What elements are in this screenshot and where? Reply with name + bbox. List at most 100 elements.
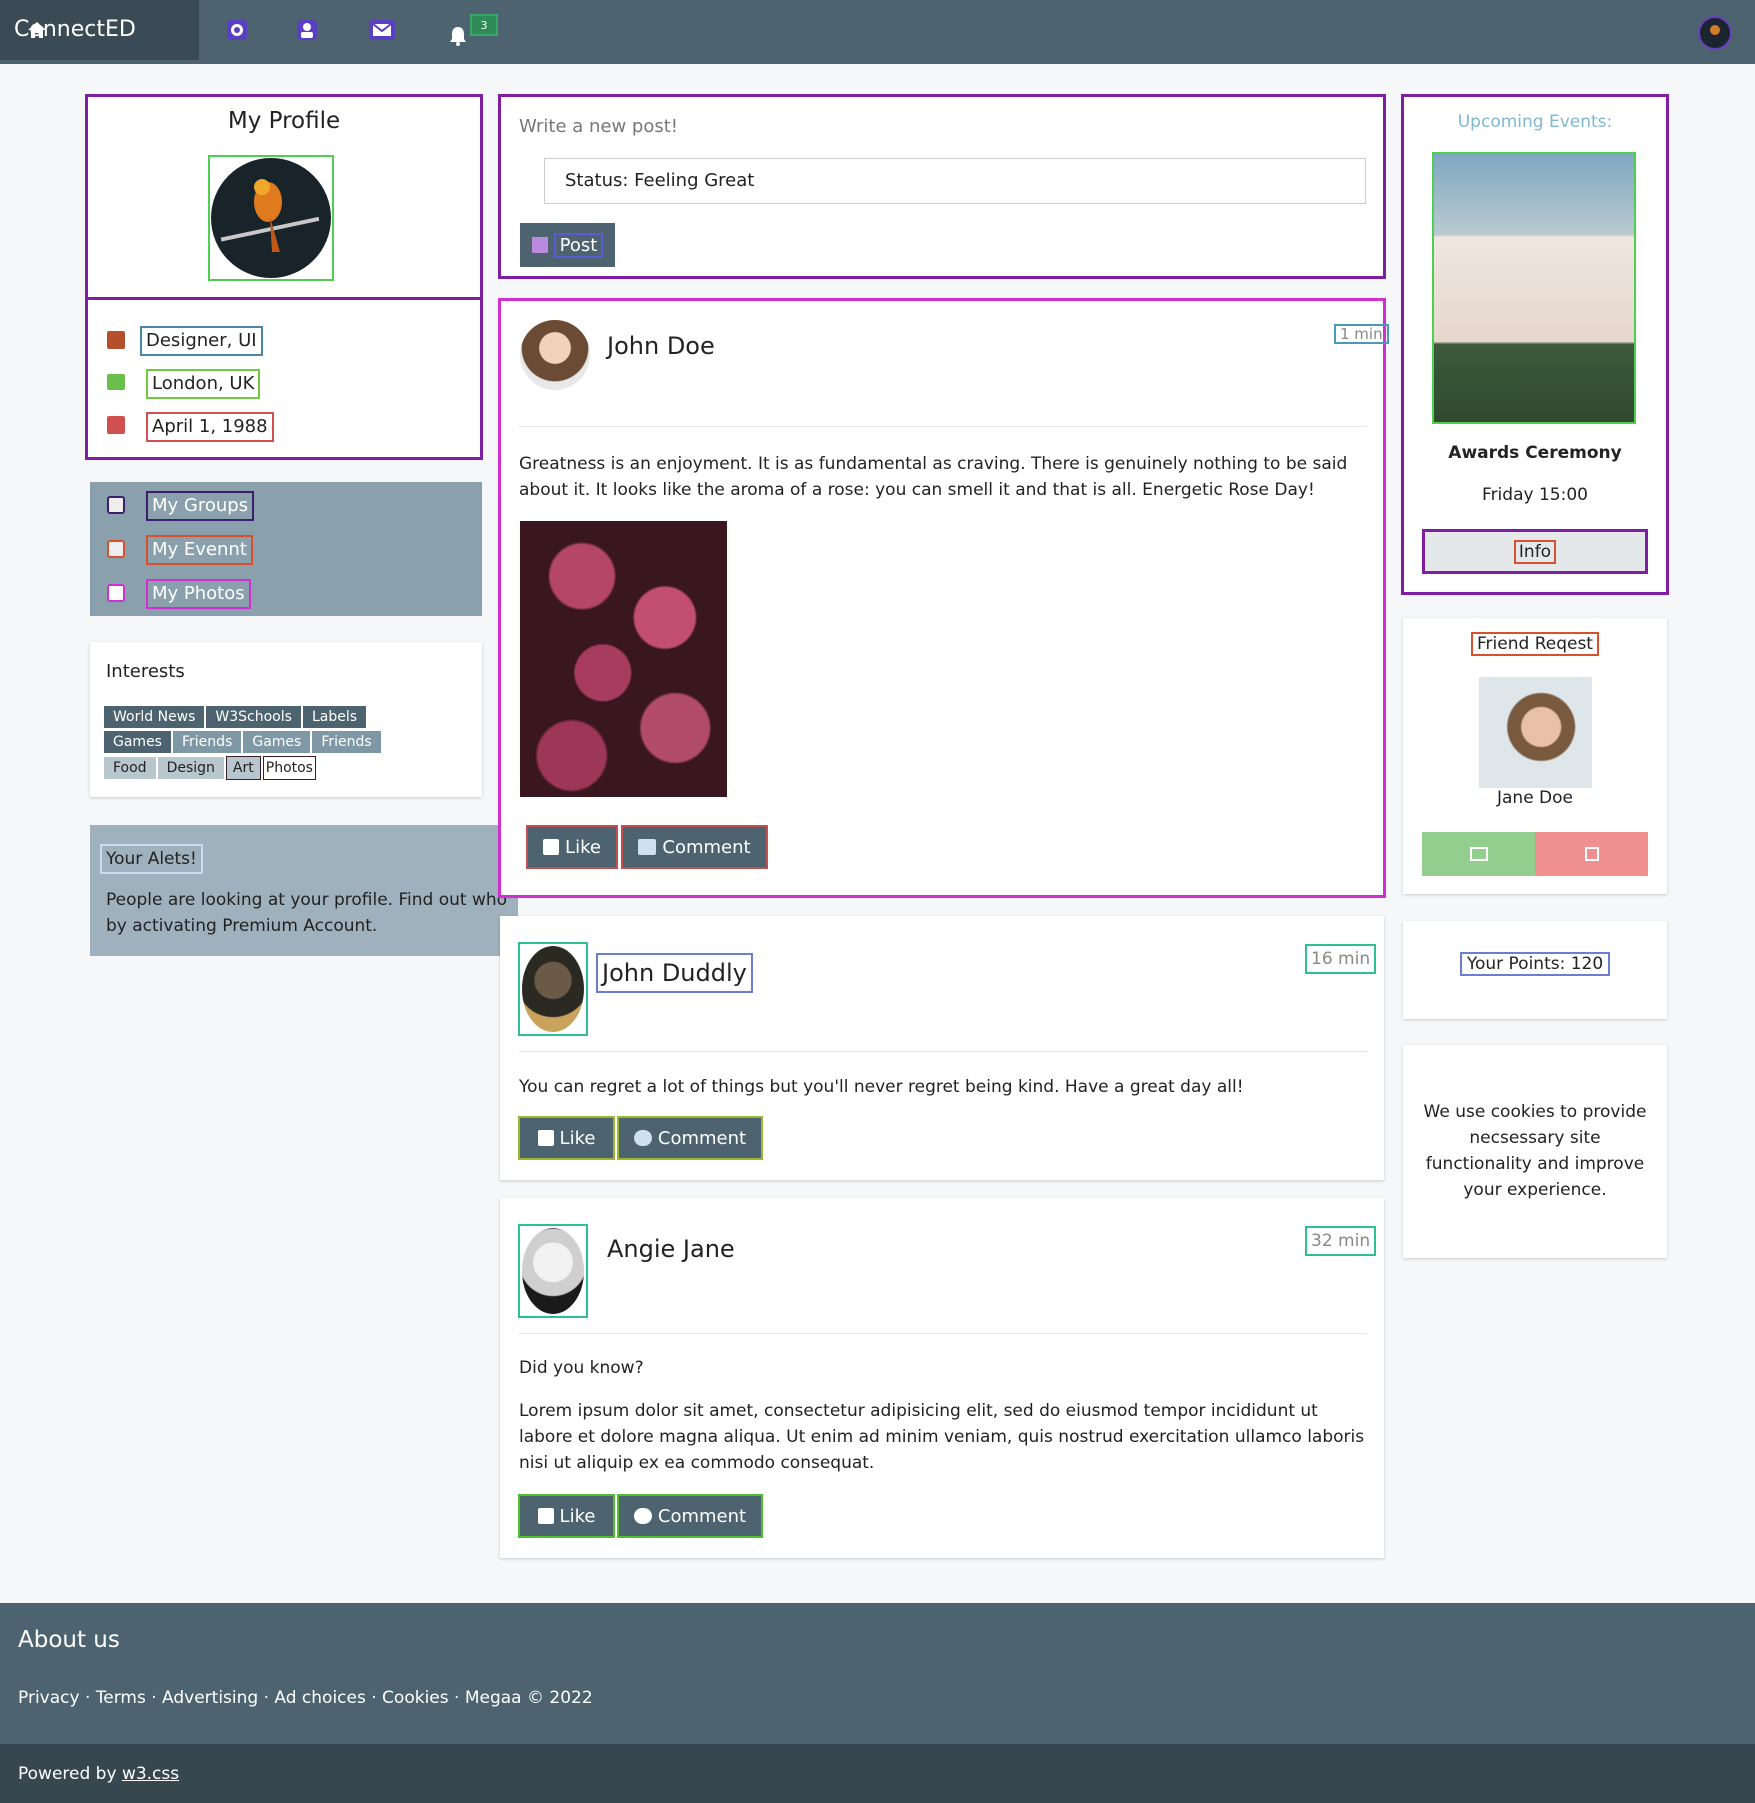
points-wrap: Your Points: 120 [1403,952,1667,976]
thumbs-up-icon [537,1508,554,1524]
events-card: Upcoming Events: Awards Ceremony Friday … [1401,94,1669,595]
event-image[interactable] [1432,152,1636,424]
photo-icon [107,584,125,602]
post-divider [519,1333,1367,1334]
calendar-check-icon [107,540,125,558]
tag-friends[interactable]: Friends [172,731,242,753]
event-name: Awards Ceremony [1448,443,1622,463]
post-intro: Did you know? [519,1358,644,1378]
status-input[interactable]: Status: Feeling Great [544,158,1366,204]
accept-friend-button[interactable] [1422,832,1535,876]
friend-name: Jane Doe [1496,788,1574,808]
birthday-label: April 1, 1988 [146,412,274,442]
tag-world-news[interactable]: World News [104,706,205,728]
post-divider [519,1051,1367,1052]
profile-avatar [208,155,334,281]
profile-info-card: Designer, UI London, UK April 1, 1988 [85,297,483,460]
like-button[interactable]: Like [526,825,618,869]
job-label: Designer, UI [140,326,263,356]
event-time: Friday 15:00 [1482,485,1588,505]
post-card: John Doe 1 min Greatness is an enjoyment… [498,298,1389,898]
circle-icon [107,496,125,514]
pencil-icon [107,331,125,349]
alert-title: Your Alets! [100,844,203,874]
brand-home-link[interactable]: ConnectED [0,0,199,60]
post-card: John Duddly 16 min You can regret a lot … [500,916,1384,1180]
post-body: You can regret a lot of things but you'l… [519,1077,1244,1097]
roses-image[interactable] [520,521,727,797]
post-author-avatar [518,1224,588,1318]
post-time: 32 min [1305,1226,1377,1256]
user-avatar-button[interactable] [1698,16,1732,50]
menu-panel: My Groups My Evennt My Photos [90,482,482,616]
comment-icon [633,1508,652,1524]
envelope-icon[interactable] [367,18,397,42]
comment-button[interactable]: Comment [617,1494,763,1538]
footer: About us Privacy · Terms · Advertising ·… [0,1603,1755,1744]
tag-photos[interactable]: Photos [262,756,316,780]
calendar-icon [107,416,125,434]
points-label: Your Points: 120 [1459,952,1611,976]
post-time: 1 min [1334,324,1389,344]
brand-name: ConnectED [14,17,136,42]
tag-food[interactable]: Food [104,757,156,779]
event-info-button[interactable]: Info [1422,529,1648,574]
profile-card: My Profile [85,94,483,301]
menu-my-photos[interactable]: My Photos [146,579,251,609]
comment-icon [638,839,657,855]
comment-button[interactable]: Comment [621,825,768,869]
post-author-avatar [520,320,590,390]
interest-tags: World News W3Schools LabelsGames Friends Gam… [104,706,394,783]
post-divider [519,426,1367,427]
cookies-text: We use cookies to provide necsessary sit… [1423,1102,1647,1200]
location-label: London, UK [146,369,261,399]
footer-links[interactable]: Privacy · Terms · Advertising · Ad choic… [18,1685,593,1711]
tag-games-2[interactable]: Games [243,731,311,753]
post-button[interactable]: Post [520,223,615,267]
post-body: Lorem ipsum dolor sit amet, consectetur … [519,1401,1365,1473]
thumbs-up-icon [537,1130,554,1146]
check-icon [1469,847,1488,861]
points-card: Your Points: 120 [1403,921,1667,1019]
tag-art[interactable]: Art [225,756,261,780]
post-author-avatar [518,942,588,1036]
alert-body: People are looking at your profile. Find… [106,890,508,936]
close-icon [1584,847,1599,861]
tag-labels[interactable]: Labels [302,706,366,728]
bell-icon[interactable] [445,24,471,48]
post-author-name[interactable]: Angie Jane [607,1236,735,1262]
post-body: Greatness is an enjoyment. It is as fund… [519,454,1348,500]
cookies-card: We use cookies to provide necsessary sit… [1403,1045,1667,1258]
menu-my-events[interactable]: My Evennt [146,535,253,565]
house-icon [107,374,125,390]
post-author-name[interactable]: John Duddly [596,953,753,993]
events-title: Upcoming Events: [1457,112,1613,132]
comment-icon [633,1130,652,1146]
comment-button[interactable]: Comment [617,1116,763,1160]
tag-games[interactable]: Games [104,731,171,753]
composer-placeholder: Write a new post! [519,116,679,137]
w3css-link[interactable]: w3.css [122,1764,179,1784]
user-icon[interactable] [294,18,320,42]
friend-request-card: Friend Reqest Jane Doe [1403,618,1667,894]
like-button[interactable]: Like [518,1116,615,1160]
menu-my-groups[interactable]: My Groups [146,491,255,521]
pencil-icon [531,237,548,253]
post-card: Angie Jane 32 min Did you know? Lorem ip… [500,1198,1384,1558]
top-navbar: ConnectED 3 [0,0,1755,64]
powered-by: Powered by w3.css [18,1764,180,1784]
friend-request-title: Friend Reqest [1471,632,1599,656]
post-time: 16 min [1305,944,1377,974]
thumbs-up-icon [543,839,560,855]
post-author-name[interactable]: John Doe [607,333,715,359]
interests-card: Interests World News W3Schools Labels Games… [90,642,482,797]
profile-title: My Profile [227,108,341,134]
alert-panel: Your Alets! People are looking at your p… [90,825,518,956]
like-button[interactable]: Like [518,1494,615,1538]
globe-icon[interactable] [224,18,250,42]
tag-friends-2[interactable]: Friends [312,731,381,753]
about-us-heading: About us [18,1627,120,1653]
tag-w3schools[interactable]: W3Schools [206,706,301,728]
tag-design[interactable]: Design [157,757,224,779]
decline-friend-button[interactable] [1535,832,1648,876]
